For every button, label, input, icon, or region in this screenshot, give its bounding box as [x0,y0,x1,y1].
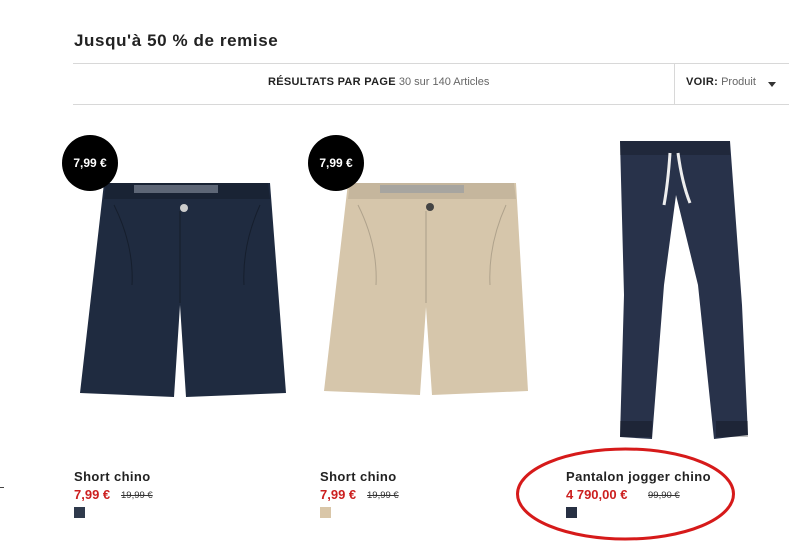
highlight-circle-annotation [516,447,735,541]
product-info: Short chino 7,99 € 19,99 € [320,469,540,529]
view-select-value: Produit [721,76,756,88]
color-swatch[interactable] [74,507,85,518]
results-per-page-label: RÉSULTATS PAR PAGE [268,76,396,88]
view-select[interactable]: VOIR: Produit [674,64,789,104]
results-per-page[interactable]: RÉSULTATS PAR PAGE 30 sur 140 Articles [268,76,489,88]
product-info: Short chino 7,99 € 19,99 € [74,469,294,529]
product-name[interactable]: Short chino [320,469,397,484]
product-name[interactable]: Short chino [74,469,151,484]
product-price: 7,99 € [74,487,111,502]
product-card[interactable]: 7,99 € Short chino 7,99 € 19,99 € [62,135,294,535]
caret-down-icon [768,82,776,87]
page-title: Jusqu'à 50 % de remise [74,31,279,50]
results-toolbar: RÉSULTATS PAR PAGE 30 sur 140 Articles VO… [73,63,789,105]
view-select-label: VOIR: [686,76,719,88]
edge-mark [0,487,4,488]
results-count: 30 sur 140 Articles [398,76,490,88]
color-swatch[interactable] [320,507,331,518]
product-image[interactable] [566,135,766,445]
price-badge: 7,99 € [62,135,118,191]
product-old-price: 19,99 € [367,490,399,501]
product-old-price: 19,99 € [121,490,153,501]
product-price: 7,99 € [320,487,357,502]
product-card[interactable]: 7,99 € Short chino 7,99 € 19,99 € [308,135,540,535]
price-badge: 7,99 € [308,135,364,191]
